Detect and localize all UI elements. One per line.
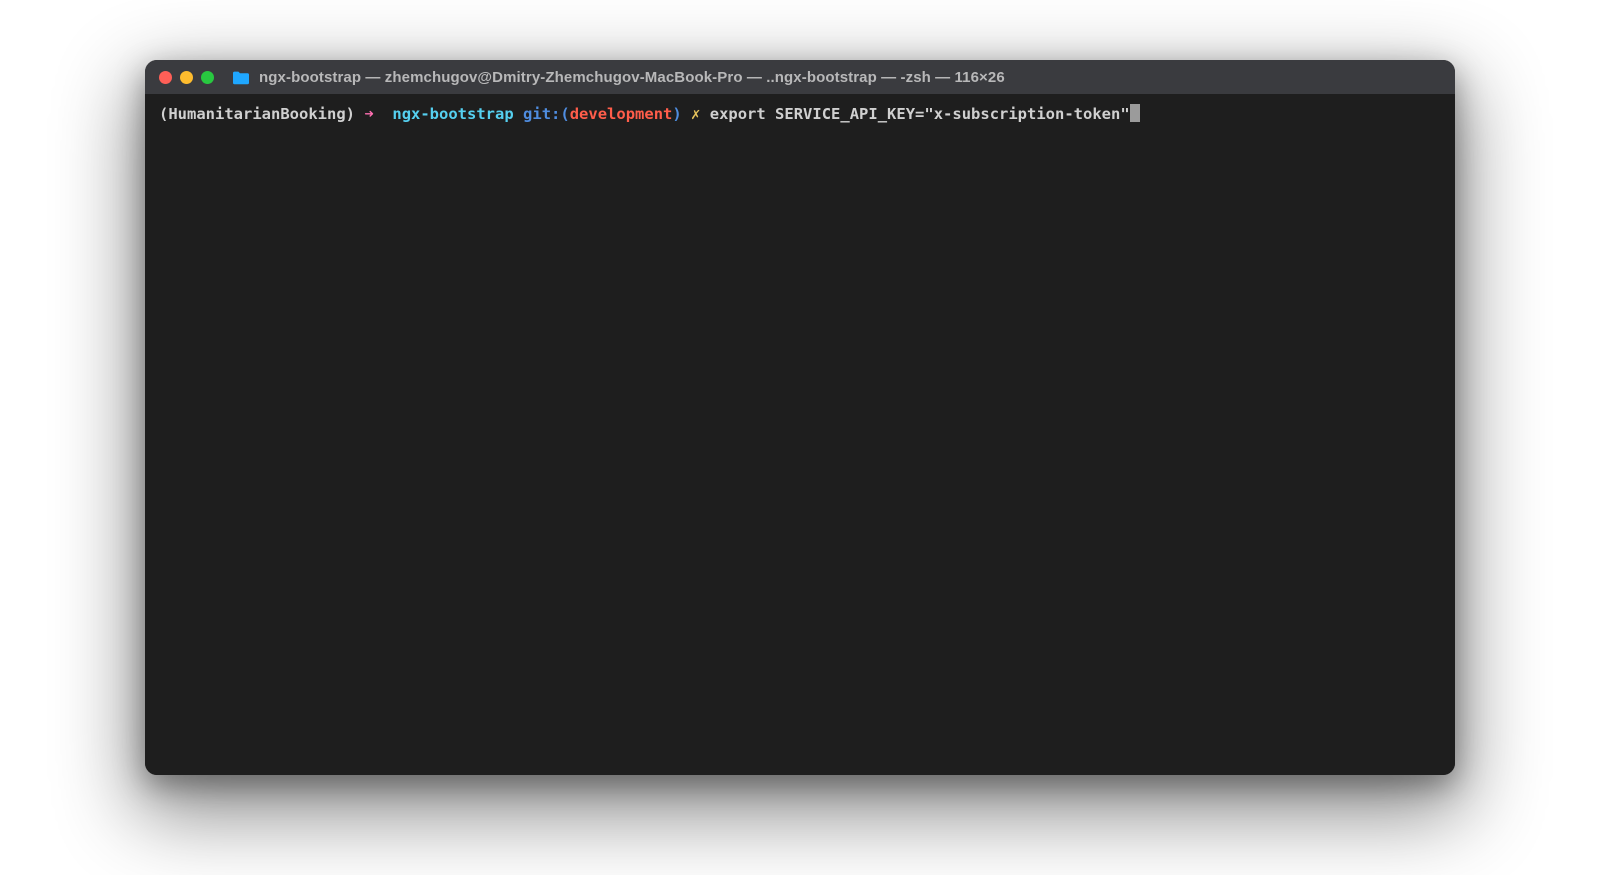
prompt-env-open: ( [159, 105, 168, 123]
folder-icon [232, 70, 250, 84]
prompt-env-close: ) [346, 105, 355, 123]
terminal-window: ngx-bootstrap — zhemchugov@Dmitry-Zhemch… [145, 60, 1455, 775]
traffic-lights [159, 71, 214, 84]
prompt-dirty-icon: ✗ [691, 105, 700, 123]
prompt-branch: development [570, 105, 673, 123]
prompt-git-label: git: [523, 105, 560, 123]
maximize-icon[interactable] [201, 71, 214, 84]
prompt-paren-open: ( [560, 105, 569, 123]
minimize-icon[interactable] [180, 71, 193, 84]
close-icon[interactable] [159, 71, 172, 84]
window-title: ngx-bootstrap — zhemchugov@Dmitry-Zhemch… [259, 69, 1005, 86]
prompt-directory: ngx-bootstrap [392, 105, 513, 123]
cursor-icon [1130, 104, 1140, 122]
titlebar[interactable]: ngx-bootstrap — zhemchugov@Dmitry-Zhemch… [145, 60, 1455, 94]
terminal-body[interactable]: (HumanitarianBooking) ➜ ngx-bootstrap gi… [145, 94, 1455, 775]
prompt-arrow-icon: ➜ [364, 105, 373, 123]
prompt-env-name: HumanitarianBooking [168, 105, 345, 123]
prompt-paren-close: ) [672, 105, 681, 123]
command-text: export SERVICE_API_KEY="x-subscription-t… [710, 105, 1130, 123]
